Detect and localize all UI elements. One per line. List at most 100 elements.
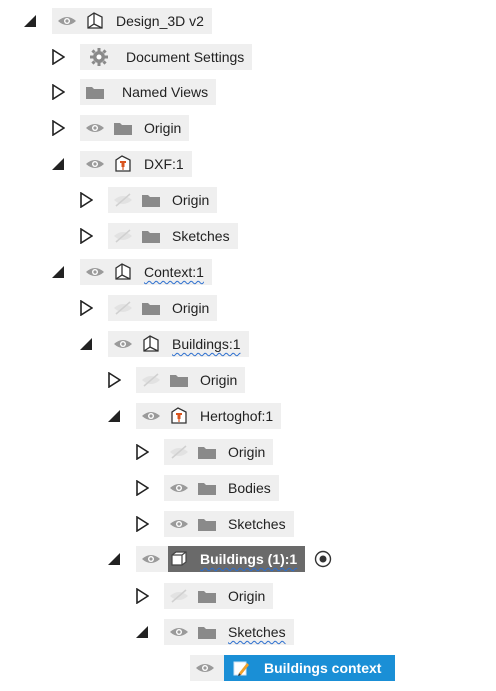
node-chip[interactable]: Origin xyxy=(108,187,218,213)
eye-icon[interactable] xyxy=(84,119,106,137)
node-chip[interactable]: Origin xyxy=(80,115,190,141)
tree-row-origin[interactable]: Origin xyxy=(78,295,218,321)
node-chip[interactable]: Context:1 xyxy=(80,259,212,285)
tree-row-origin[interactable]: Origin xyxy=(78,187,218,213)
node-chip[interactable]: Hertoghof:1 xyxy=(136,403,282,429)
tree-row-design[interactable]: Design_3D v2 xyxy=(22,8,212,34)
node-label: Named Views xyxy=(122,84,209,100)
folder-icon xyxy=(196,478,218,498)
activate-radio-icon[interactable] xyxy=(313,549,333,569)
node-chip[interactable]: Origin xyxy=(136,367,246,393)
node-label: Sketches xyxy=(172,228,230,244)
tree-row-buildings[interactable]: Buildings:1 xyxy=(78,331,249,357)
expand-triangle-icon[interactable] xyxy=(50,119,66,137)
node-label: Origin xyxy=(228,588,266,604)
tree-row-origin[interactable]: Origin xyxy=(106,367,246,393)
eye-icon[interactable] xyxy=(84,155,106,173)
eye-hidden-icon[interactable] xyxy=(112,227,134,245)
node-chip[interactable]: Named Views xyxy=(80,79,217,105)
component-icon xyxy=(84,11,106,31)
folder-icon xyxy=(140,226,162,246)
eye-hidden-icon[interactable] xyxy=(168,443,190,461)
node-chip[interactable]: Origin xyxy=(108,295,218,321)
expand-triangle-icon[interactable] xyxy=(78,227,94,245)
node-chip[interactable]: Sketches xyxy=(164,511,294,537)
expand-triangle-icon[interactable] xyxy=(78,191,94,209)
component-icon xyxy=(112,262,134,282)
expand-triangle-icon[interactable] xyxy=(78,299,94,317)
tree-row-bodies[interactable]: Bodies xyxy=(134,475,279,501)
node-chip[interactable]: Design_3D v2 xyxy=(52,8,212,34)
collapse-triangle-icon[interactable] xyxy=(50,155,66,173)
node-chip[interactable]: Origin xyxy=(164,439,274,465)
node-chip[interactable]: Sketches xyxy=(164,619,294,645)
node-label: Context:1 xyxy=(144,264,204,280)
collapse-triangle-icon[interactable] xyxy=(106,407,122,425)
expand-triangle-icon[interactable] xyxy=(50,83,66,101)
eye-hidden-icon[interactable] xyxy=(140,371,162,389)
collapse-triangle-icon[interactable] xyxy=(134,623,150,641)
node-label: Buildings context xyxy=(264,660,382,676)
expand-triangle-icon[interactable] xyxy=(106,371,122,389)
expand-triangle-icon[interactable] xyxy=(134,443,150,461)
tree-row-sketches[interactable]: Sketches xyxy=(134,511,294,537)
collapse-triangle-icon[interactable] xyxy=(22,12,38,30)
node-chip[interactable]: Buildings context xyxy=(190,655,396,681)
tree-row-origin[interactable]: Origin xyxy=(134,583,274,609)
tree-row-origin[interactable]: Origin xyxy=(50,115,190,141)
expand-triangle-icon[interactable] xyxy=(134,515,150,533)
eye-icon[interactable] xyxy=(168,623,190,641)
node-chip[interactable]: Buildings:1 xyxy=(108,331,249,357)
selection-highlight[interactable]: Buildings context xyxy=(224,655,396,681)
eye-icon[interactable] xyxy=(168,515,190,533)
eye-icon[interactable] xyxy=(56,12,78,30)
expand-triangle-icon[interactable] xyxy=(50,48,66,66)
tree-row-document-settings[interactable]: Document Settings xyxy=(50,44,253,70)
tree-row-buildings-context[interactable]: Buildings context xyxy=(190,655,396,681)
tree-row-buildings-1[interactable]: Buildings (1):1 xyxy=(106,546,333,572)
pinned-component-icon xyxy=(112,154,134,174)
eye-hidden-icon[interactable] xyxy=(112,191,134,209)
node-label: Buildings (1):1 xyxy=(200,551,298,567)
collapse-triangle-icon[interactable] xyxy=(106,550,122,568)
collapse-triangle-icon[interactable] xyxy=(50,263,66,281)
node-label: Origin xyxy=(228,444,266,460)
collapse-triangle-icon[interactable] xyxy=(78,335,94,353)
folder-icon xyxy=(196,586,218,606)
node-label: Origin xyxy=(200,372,238,388)
expand-triangle-icon[interactable] xyxy=(134,587,150,605)
node-label: Origin xyxy=(144,120,182,136)
eye-icon[interactable] xyxy=(112,335,134,353)
tree-row-dxf[interactable]: DXF:1 xyxy=(50,151,192,177)
body-component-icon xyxy=(168,549,190,569)
node-chip[interactable]: DXF:1 xyxy=(80,151,192,177)
folder-icon xyxy=(140,190,162,210)
eye-icon[interactable] xyxy=(140,550,162,568)
node-chip[interactable]: Buildings (1):1 xyxy=(136,546,306,572)
node-chip[interactable]: Bodies xyxy=(164,475,279,501)
folder-icon xyxy=(84,82,106,102)
eye-icon[interactable] xyxy=(194,659,216,677)
folder-icon xyxy=(196,514,218,534)
tree-row-context[interactable]: Context:1 xyxy=(50,259,212,285)
eye-icon[interactable] xyxy=(140,407,162,425)
tree-row-origin[interactable]: Origin xyxy=(134,439,274,465)
tree-row-hertoghof[interactable]: Hertoghof:1 xyxy=(106,403,282,429)
node-chip[interactable]: Origin xyxy=(164,583,274,609)
node-label: Document Settings xyxy=(126,49,245,65)
component-icon xyxy=(140,334,162,354)
eye-icon[interactable] xyxy=(168,479,190,497)
node-chip[interactable]: Sketches xyxy=(108,223,238,249)
eye-hidden-icon[interactable] xyxy=(112,299,134,317)
node-label: Bodies xyxy=(228,480,271,496)
active-component-highlight[interactable]: Buildings (1):1 xyxy=(168,546,306,572)
eye-hidden-icon[interactable] xyxy=(168,587,190,605)
eye-icon[interactable] xyxy=(84,263,106,281)
expand-triangle-icon[interactable] xyxy=(134,479,150,497)
folder-icon xyxy=(140,298,162,318)
tree-row-sketches[interactable]: Sketches xyxy=(78,223,238,249)
tree-row-named-views[interactable]: Named Views xyxy=(50,79,217,105)
tree-row-sketches[interactable]: Sketches xyxy=(134,619,294,645)
folder-icon xyxy=(168,370,190,390)
node-chip[interactable]: Document Settings xyxy=(80,44,253,70)
